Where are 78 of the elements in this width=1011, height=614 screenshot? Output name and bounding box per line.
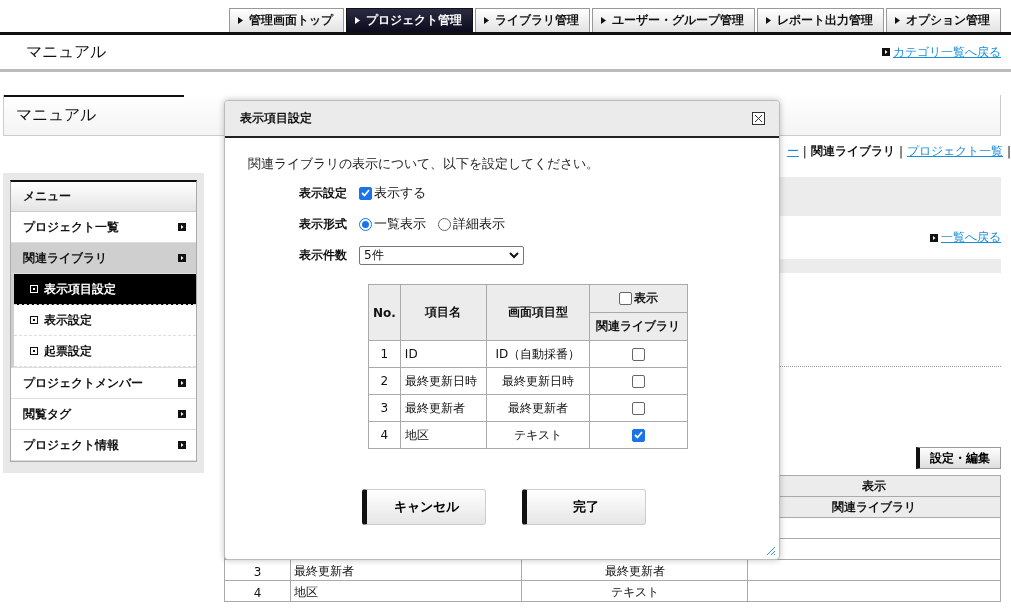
nav-tab[interactable]: ユーザー・グループ管理 — [592, 8, 755, 32]
arrow-square-icon — [178, 441, 186, 449]
arrow-square-icon — [178, 254, 186, 262]
checkbox[interactable] — [618, 292, 632, 305]
option-label: 一覧表示 — [374, 215, 426, 233]
nav-tab[interactable]: 管理画面トップ — [229, 8, 344, 32]
column-header: 項目名 — [400, 284, 487, 341]
table-cell: 最終更新者 — [486, 394, 590, 422]
table-cell: 地区 — [290, 580, 522, 602]
arrow-square-icon — [882, 48, 890, 56]
field-label: 表示件数 — [299, 246, 348, 264]
triangle-icon — [355, 17, 360, 24]
nav-tab[interactable]: プロジェクト管理 — [346, 8, 473, 32]
field-label: 表示形式 — [299, 215, 348, 233]
square-bullet-icon — [30, 316, 38, 324]
menu-heading: メニュー — [11, 182, 196, 212]
arrow-square-icon — [178, 223, 186, 231]
panel-title: マニュアル — [16, 104, 96, 126]
intro-text: 関連ライブラリの表示について、以下を設定してください。 — [248, 155, 600, 173]
table-cell: テキスト — [486, 421, 590, 449]
table-cell: 最終更新者 — [400, 394, 487, 422]
column-header: 表示 — [633, 290, 658, 307]
table-cell: 4 — [368, 421, 401, 449]
table-cell: 地区 — [400, 421, 487, 449]
arrow-square-icon — [178, 410, 186, 418]
option-label: 表示する — [374, 184, 426, 202]
table-cell: 3 — [368, 394, 401, 422]
close-icon[interactable] — [752, 112, 765, 125]
table-cell: 2 — [368, 367, 401, 395]
table-cell: 最終更新日時 — [400, 367, 487, 395]
dialog-button[interactable]: 完了 — [522, 489, 646, 525]
table-cell: ID（自動採番） — [486, 340, 590, 368]
square-bullet-icon — [30, 347, 38, 355]
column-header: 画面項目型 — [486, 284, 590, 341]
table-cell: ID — [400, 340, 487, 368]
nav-tab[interactable]: ライブラリ管理 — [475, 8, 590, 32]
dialog-title: 表示項目設定 — [240, 110, 312, 127]
square-bullet-icon — [30, 285, 38, 293]
triangle-icon — [238, 17, 243, 24]
menu-item[interactable]: 関連ライブラリ — [11, 243, 196, 274]
resize-grip-icon[interactable] — [765, 545, 776, 556]
breadcrumb-separator: | — [898, 144, 903, 159]
arrow-square-icon — [178, 379, 186, 387]
table-cell: 最終更新日時 — [486, 367, 590, 395]
caret-icon — [509, 251, 519, 259]
table-cell: 1 — [368, 340, 401, 368]
back-link[interactable]: カテゴリ一覧へ戻る — [893, 43, 1001, 61]
triangle-icon — [766, 17, 771, 24]
column-header: No. — [368, 284, 401, 341]
triangle-icon — [484, 17, 489, 24]
breadcrumb-separator: | — [802, 144, 807, 159]
option-label: 詳細表示 — [453, 215, 505, 233]
dialog-button[interactable]: キャンセル — [362, 489, 486, 525]
edit-button[interactable]: 設定・編集 — [916, 447, 1001, 469]
breadcrumb-separator: | — [1006, 144, 1011, 159]
radio-button[interactable] — [438, 217, 451, 231]
page-title: マニュアル — [26, 41, 106, 63]
triangle-icon — [895, 17, 900, 24]
triangle-icon — [601, 17, 606, 24]
breadcrumb-link[interactable]: ー — [786, 143, 799, 160]
breadcrumb-link[interactable]: プロジェクト一覧 — [906, 143, 1003, 160]
count-select[interactable]: 5件 — [359, 245, 524, 265]
radio-button[interactable] — [359, 217, 372, 231]
list-back-link[interactable]: 一覧へ戻る — [941, 229, 1001, 246]
checkbox[interactable] — [631, 374, 645, 388]
nav-tab[interactable]: オプション管理 — [886, 8, 1001, 32]
nav-tab[interactable]: レポート出力管理 — [757, 8, 884, 32]
breadcrumb-current: 関連ライブラリ — [810, 143, 895, 160]
checkbox[interactable] — [631, 347, 645, 361]
table-cell: テキスト — [521, 580, 748, 602]
field-label: 表示設定 — [299, 184, 348, 202]
checkbox[interactable] — [631, 401, 645, 415]
checkbox[interactable] — [631, 428, 645, 442]
submenu-item[interactable]: 表示項目設定 — [14, 274, 196, 305]
arrow-square-icon — [930, 233, 938, 242]
table-cell: 4 — [224, 580, 291, 602]
checkbox[interactable] — [359, 186, 372, 200]
column-header: 関連ライブラリ — [589, 312, 688, 341]
